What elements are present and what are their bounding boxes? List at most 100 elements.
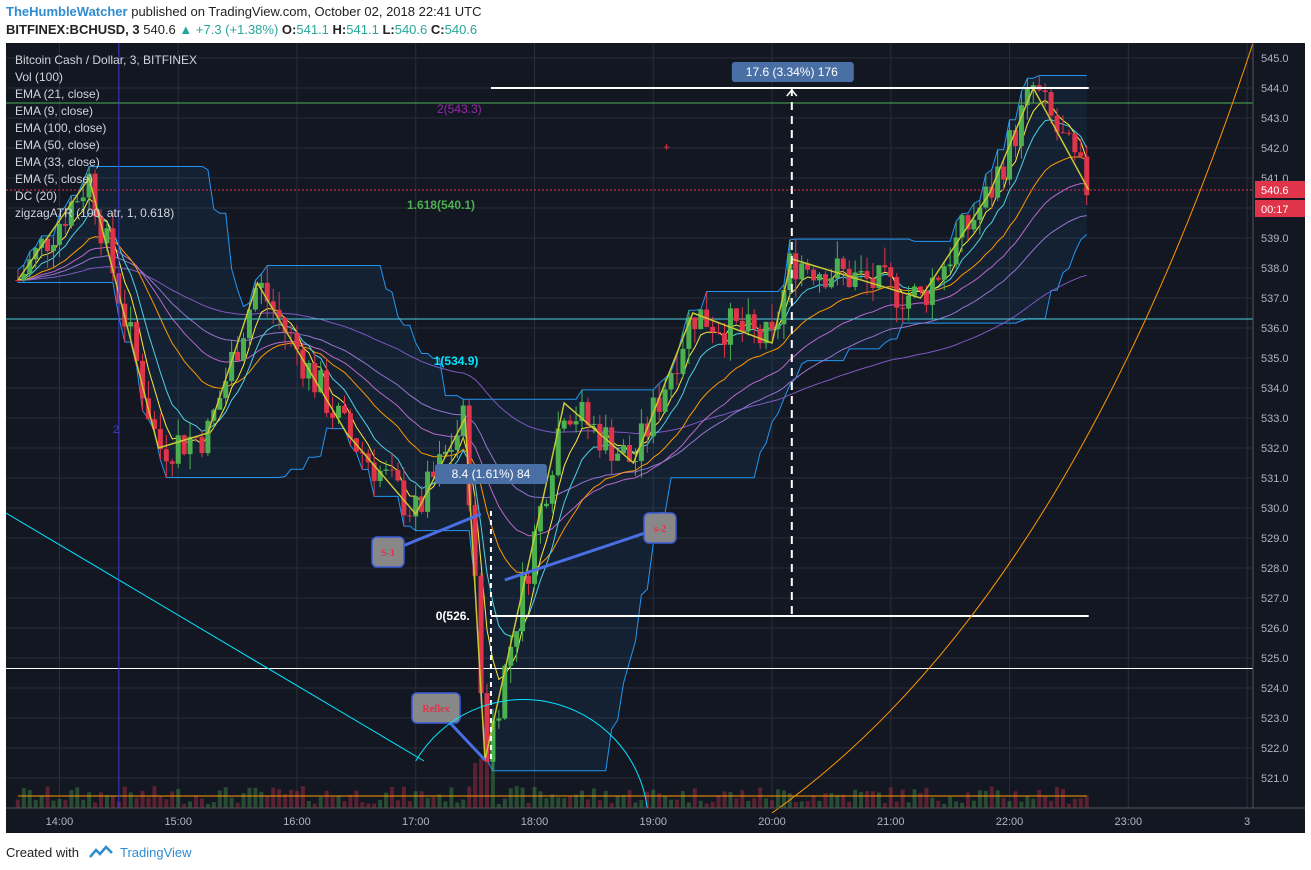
- legend-item: EMA (9, close): [15, 104, 93, 118]
- author-link[interactable]: TheHumbleWatcher: [6, 4, 128, 19]
- candle-body: [567, 420, 573, 425]
- volume-bar: [1007, 801, 1012, 808]
- volume-bar: [716, 795, 721, 808]
- candle-body: [822, 274, 828, 288]
- volume-bar: [989, 786, 994, 808]
- volume-bar: [259, 791, 264, 808]
- legend-item: DC (20): [15, 189, 57, 203]
- volume-bar: [443, 801, 448, 808]
- volume-bar: [829, 793, 834, 808]
- volume-bar: [265, 796, 270, 808]
- last-price-badge-label: 540.6: [1261, 185, 1289, 197]
- volume-bar: [1013, 791, 1018, 808]
- volume-bar: [437, 794, 442, 808]
- published-text: published on TradingView.com, October 02…: [131, 4, 482, 19]
- volume-bar: [140, 790, 145, 808]
- time-tick-label: 17:00: [402, 816, 430, 828]
- symbol-name: BITFINEX:BCHUSD, 3: [6, 22, 140, 37]
- candle-body: [496, 718, 502, 721]
- tradingview-link[interactable]: TradingView: [120, 845, 192, 860]
- candle-body: [739, 320, 745, 332]
- close-value: 540.6: [444, 22, 478, 37]
- candle-body: [74, 201, 80, 203]
- volume-bar: [942, 803, 947, 808]
- price-tick-label: 527.0: [1261, 593, 1289, 605]
- volume-bar: [1066, 803, 1071, 808]
- volume-bar: [894, 801, 899, 808]
- candle-body: [668, 373, 674, 390]
- price-tick-label: 542.0: [1261, 143, 1289, 155]
- candle-body: [448, 450, 454, 452]
- volume-bar: [277, 789, 282, 808]
- price-tick-label: 543.0: [1261, 113, 1289, 125]
- volume-bar: [455, 802, 460, 808]
- candle-body: [383, 469, 389, 471]
- volume-bar: [57, 798, 62, 808]
- volume-bar: [728, 792, 733, 808]
- volume-bar: [199, 798, 204, 808]
- candle-body: [163, 449, 169, 462]
- candle-body: [1007, 130, 1013, 180]
- volume-bar: [722, 791, 727, 808]
- candle-body: [573, 421, 579, 425]
- measure-label: 17.6 (3.34%) 176: [746, 65, 838, 79]
- volume-bar: [591, 788, 596, 808]
- price-tick-label: 534.0: [1261, 383, 1289, 395]
- volume-bar: [799, 801, 804, 808]
- volume-bar: [205, 803, 210, 808]
- candle-body: [128, 322, 134, 327]
- volume-bar: [253, 787, 258, 808]
- candle-body: [793, 253, 799, 280]
- volume-bar: [401, 786, 406, 808]
- volume-bar: [122, 786, 127, 808]
- volume-bar: [1025, 796, 1030, 808]
- time-tick-label: 14:00: [46, 816, 74, 828]
- price-tick-label: 535.0: [1261, 353, 1289, 365]
- volume-bar: [912, 789, 917, 808]
- volume-bar: [39, 795, 44, 808]
- volume-bar: [134, 797, 139, 808]
- price-tick-label: 522.0: [1261, 743, 1289, 755]
- candle-body: [389, 469, 395, 471]
- volume-bar: [271, 787, 276, 808]
- candle-body: [710, 326, 716, 332]
- price-tick-label: 528.0: [1261, 563, 1289, 575]
- candle-body: [917, 286, 923, 291]
- candle-body: [900, 307, 906, 309]
- volume-bar: [900, 789, 905, 808]
- volume-bar: [847, 801, 852, 808]
- volume-bar: [51, 800, 56, 808]
- pivot-label: 2: [113, 424, 119, 436]
- volume-bar: [229, 797, 234, 808]
- candle-body: [241, 338, 247, 361]
- legend-item: Vol (100): [15, 70, 63, 84]
- high-value: 541.1: [346, 22, 379, 37]
- candle-body: [591, 423, 597, 426]
- volume-bar: [526, 802, 531, 808]
- volume-bar: [312, 803, 317, 808]
- volume-bar: [188, 801, 193, 808]
- price-chart[interactable]: 2(543.3) 1.618(540.1) 1(534.9) 0(526. 17.6 (…: [6, 43, 1305, 833]
- volume-bar: [164, 799, 169, 808]
- candle-body: [888, 267, 894, 277]
- volume-bar: [81, 799, 86, 808]
- candle-body: [811, 269, 817, 281]
- price-tick-label: 523.0: [1261, 713, 1289, 725]
- time-tick-label: 20:00: [758, 816, 786, 828]
- volume-bar: [532, 786, 537, 808]
- countdown-label: 00:17: [1261, 204, 1289, 216]
- volume-bar: [568, 796, 573, 808]
- low-label: L:: [382, 22, 395, 37]
- symbol-header: BITFINEX:BCHUSD, 3 540.6 ▲ +7.3 (+1.38%)…: [6, 22, 477, 37]
- price-tick-label: 524.0: [1261, 683, 1289, 695]
- candle-body: [288, 332, 294, 334]
- volume-bar: [585, 799, 590, 808]
- candle-body: [834, 258, 840, 279]
- volume-bar: [1084, 795, 1089, 808]
- price-tick-label: 525.0: [1261, 653, 1289, 665]
- candle-body: [341, 405, 347, 414]
- candle-body: [15, 280, 21, 281]
- volume-bar: [15, 799, 20, 808]
- time-tick-label: 21:00: [877, 816, 905, 828]
- volume-bar: [865, 791, 870, 808]
